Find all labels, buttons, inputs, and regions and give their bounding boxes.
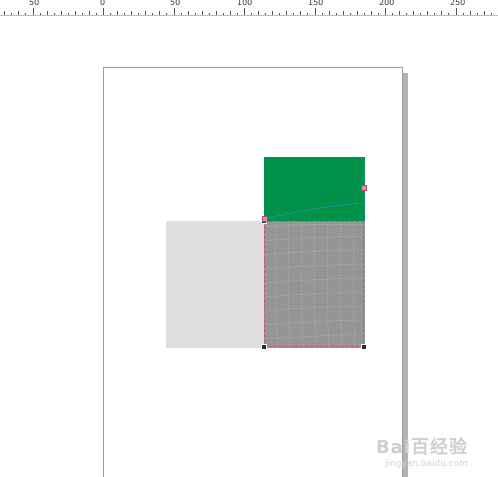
ruler-tick — [463, 13, 464, 15]
ruler-tick — [406, 13, 407, 15]
ruler-tick — [265, 13, 266, 15]
ruler-tick — [124, 13, 125, 15]
ruler-tick — [286, 11, 287, 15]
ruler-tick — [307, 13, 308, 15]
ruler-label: 0 — [100, 0, 106, 7]
ruler-tick — [202, 11, 203, 15]
ruler-tick — [491, 13, 492, 15]
node-handle-top-left[interactable] — [262, 216, 268, 222]
ruler-tick — [350, 13, 351, 15]
ruler-tick — [448, 13, 449, 15]
gray-rectangle-selected[interactable] — [264, 221, 365, 348]
ruler-label: 200 — [379, 0, 395, 7]
ruler-tick — [315, 8, 316, 15]
ruler-tick — [357, 11, 358, 15]
ruler-tick — [392, 13, 393, 15]
selection-handle-bottom-right[interactable] — [361, 344, 367, 350]
ruler-tick — [152, 13, 153, 15]
ruler-tick — [174, 8, 175, 15]
ruler-tick — [427, 11, 428, 15]
ruler-tick — [75, 11, 76, 15]
ruler-label: 50 — [29, 0, 40, 7]
ruler-tick — [159, 11, 160, 15]
ruler-tick — [477, 13, 478, 15]
ruler-tick — [145, 11, 146, 15]
blend-line — [264, 202, 364, 220]
ruler-tick — [279, 13, 280, 15]
ruler-tick — [209, 13, 210, 15]
ruler-tick — [272, 11, 273, 15]
ruler-tick — [166, 13, 167, 15]
ruler-tick — [54, 13, 55, 15]
ruler-label: 100 — [237, 0, 253, 7]
ruler-tick — [181, 13, 182, 15]
selection-handle-bottom-left[interactable] — [261, 344, 267, 350]
ruler-tick — [216, 11, 217, 15]
ruler-tick — [47, 11, 48, 15]
ruler-tick — [82, 13, 83, 15]
ruler-tick — [336, 13, 337, 15]
ruler-tick — [18, 11, 19, 15]
ruler-tick — [4, 11, 5, 15]
ruler-tick — [131, 11, 132, 15]
watermark-url: jingyan.baidu.com — [384, 459, 468, 469]
ruler-tick — [188, 11, 189, 15]
ruler-label: 150 — [308, 0, 324, 7]
ruler-tick — [484, 11, 485, 15]
ruler-tick — [322, 13, 323, 15]
ruler-label: 50 — [170, 0, 181, 7]
ruler-tick — [103, 8, 104, 15]
ruler-tick — [456, 8, 457, 15]
watermark: Bai百经验 jingyan.baidu.com — [376, 433, 468, 469]
ruler-tick — [96, 13, 97, 15]
ruler-tick — [385, 8, 386, 15]
light-gray-rectangle[interactable] — [166, 221, 264, 348]
ruler-tick — [329, 11, 330, 15]
ruler-tick — [434, 13, 435, 15]
ruler-tick — [61, 11, 62, 15]
mesh-grid-overlay — [264, 221, 365, 348]
ruler-tick — [343, 11, 344, 15]
ruler-tick — [371, 11, 372, 15]
ruler-tick — [230, 11, 231, 15]
ruler-tick — [470, 11, 471, 15]
ruler-tick — [258, 11, 259, 15]
ruler-tick — [223, 13, 224, 15]
ruler-tick — [25, 13, 26, 15]
ruler-tick — [244, 8, 245, 15]
ruler-tick — [413, 11, 414, 15]
ruler-tick — [138, 13, 139, 15]
ruler-tick — [11, 13, 12, 15]
node-handle-right[interactable] — [361, 185, 367, 191]
ruler-tick — [420, 13, 421, 15]
ruler-tick — [117, 11, 118, 15]
horizontal-ruler[interactable]: 50 0 50 100 150 200 250 — [0, 0, 498, 16]
ruler-tick — [399, 11, 400, 15]
ruler-tick — [195, 13, 196, 15]
ruler-label: 250 — [450, 0, 466, 7]
watermark-brand: Bai百经验 — [375, 437, 468, 458]
ruler-tick — [300, 11, 301, 15]
ruler-tick — [33, 8, 34, 15]
ruler-tick — [110, 13, 111, 15]
ruler-tick — [293, 13, 294, 15]
ruler-tick — [237, 13, 238, 15]
ruler-tick — [378, 13, 379, 15]
ruler-tick — [251, 13, 252, 15]
ruler-tick — [441, 11, 442, 15]
ruler-tick — [89, 11, 90, 15]
drawing-canvas[interactable]: Bai百经验 jingyan.baidu.com — [0, 16, 498, 477]
ruler-tick — [68, 13, 69, 15]
ruler-tick — [40, 13, 41, 15]
ruler-tick — [364, 13, 365, 15]
